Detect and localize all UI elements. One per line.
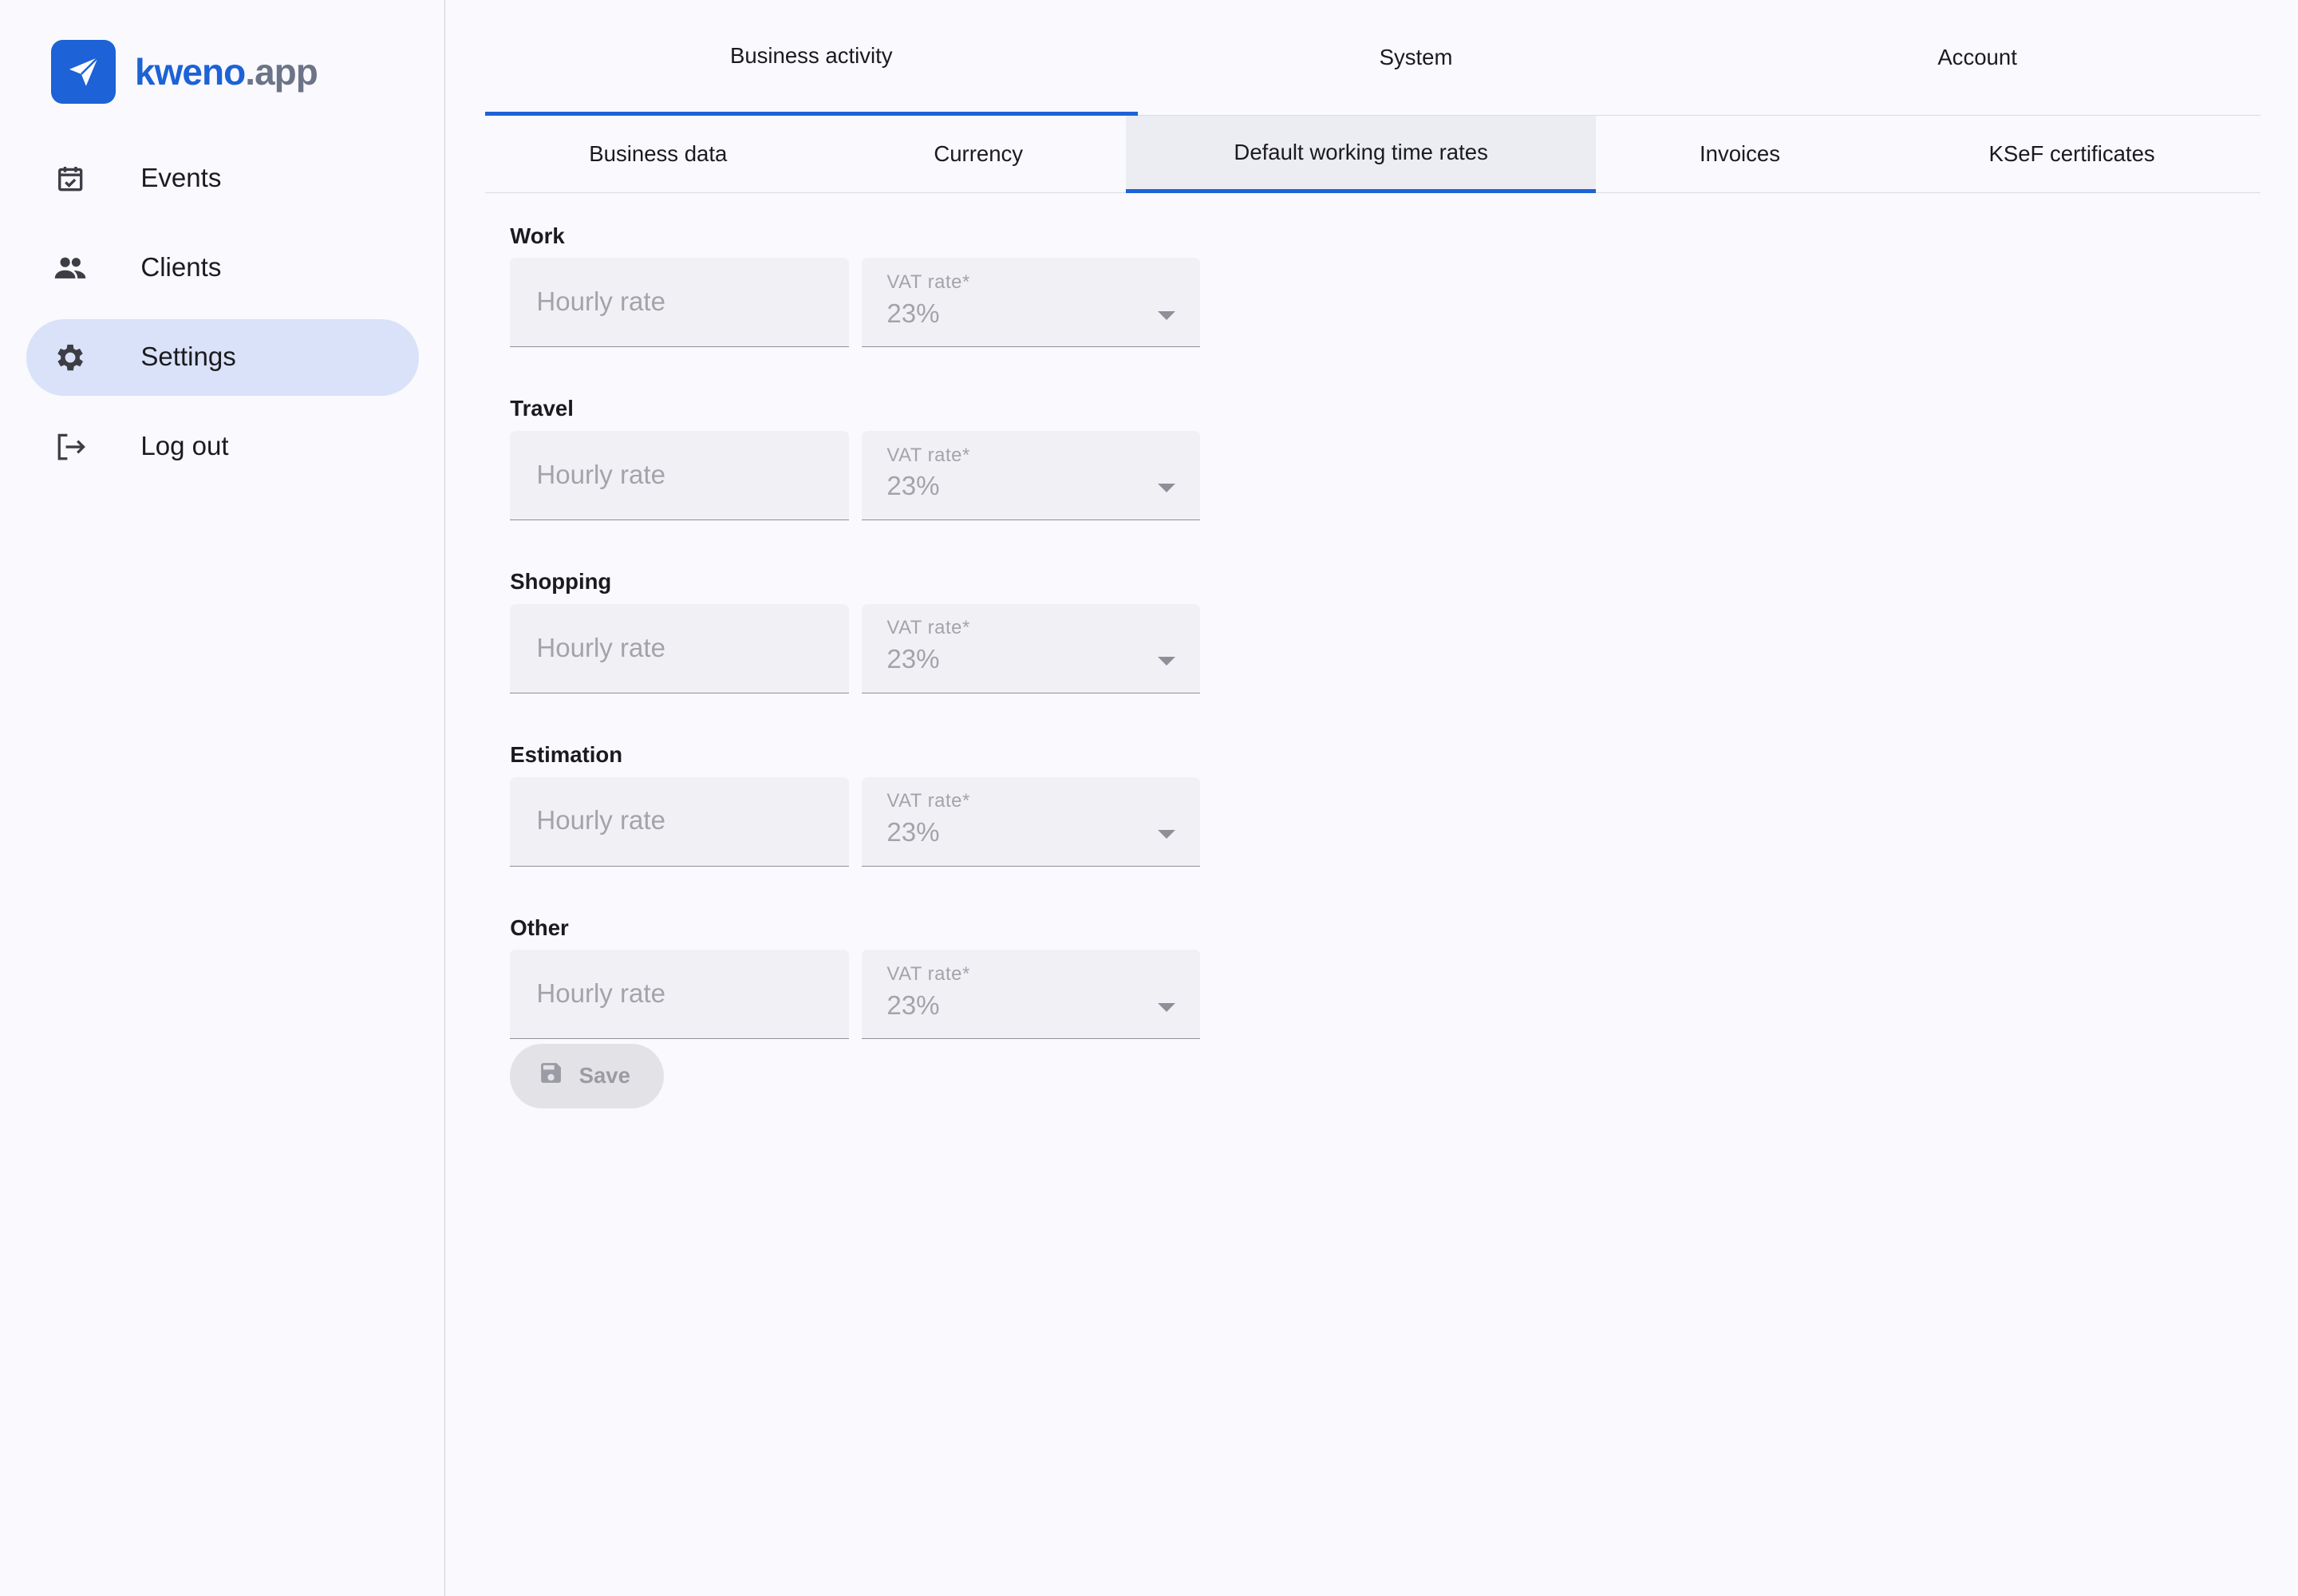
vat-rate-value: 23% [886, 990, 940, 1021]
sidebar-item-clients[interactable]: Clients [26, 230, 419, 306]
sidebar-item-logout[interactable]: Log out [26, 409, 419, 485]
dropdown-arrow-icon [1158, 472, 1176, 499]
brand[interactable]: kweno.app [51, 39, 318, 105]
tab-account[interactable]: Account [1695, 0, 2260, 114]
main-content: Business activity System Account Busines… [485, 0, 2260, 1108]
vat-rate-select[interactable]: VAT rate* 23% [862, 950, 1201, 1040]
save-button-label: Save [578, 1063, 630, 1088]
hourly-rate-placeholder: Hourly rate [536, 460, 665, 490]
vat-rate-label: VAT rate* [886, 790, 970, 812]
group-title: Estimation [510, 741, 623, 767]
tab-label: Invoices [1699, 140, 1781, 166]
tab-default-working-time-rates[interactable]: Default working time rates [1125, 116, 1597, 194]
dropdown-arrow-icon [1158, 818, 1176, 845]
brand-name: kweno.app [135, 50, 318, 93]
tab-label: Business data [589, 140, 728, 166]
tab-label: Account [1937, 44, 2017, 69]
calendar-check-icon [53, 161, 88, 196]
group-title: Travel [510, 396, 574, 421]
hourly-rate-input[interactable]: Hourly rate [510, 258, 849, 348]
sidebar-nav: Events Clients Settings Log out [26, 140, 420, 498]
vat-rate-select[interactable]: VAT rate* 23% [862, 776, 1201, 867]
rate-group-shopping: Shopping Hourly rate VAT rate* 23% [510, 566, 1201, 739]
tab-label: Default working time rates [1234, 140, 1488, 165]
group-title: Work [510, 223, 565, 248]
dropdown-arrow-icon [1158, 299, 1176, 326]
dropdown-arrow-icon [1158, 645, 1176, 672]
hourly-rate-input[interactable]: Hourly rate [510, 950, 849, 1040]
vat-rate-label: VAT rate* [886, 617, 970, 639]
rates-form: Work Hourly rate VAT rate* 23% Travel Ho… [510, 220, 1201, 1108]
hourly-rate-input[interactable]: Hourly rate [510, 431, 849, 521]
tab-label: System [1379, 44, 1453, 69]
rate-group-travel: Travel Hourly rate VAT rate* 23% [510, 393, 1201, 566]
tab-label: KSeF certificates [1988, 140, 2155, 166]
sidebar-item-label: Clients [140, 253, 222, 283]
dropdown-arrow-icon [1158, 991, 1176, 1018]
rate-group-work: Work Hourly rate VAT rate* 23% [510, 220, 1201, 393]
brand-name-primary: kweno [134, 51, 246, 93]
floppy-disk-icon [538, 1060, 564, 1092]
sidebar: kweno.app Events Clients Settings Log ou… [0, 0, 446, 1596]
logout-icon [53, 429, 88, 464]
vat-rate-label: VAT rate* [886, 444, 970, 466]
vat-rate-label: VAT rate* [886, 962, 970, 985]
group-title: Other [510, 915, 569, 940]
vat-rate-select[interactable]: VAT rate* 23% [862, 258, 1201, 348]
sidebar-item-label: Settings [140, 342, 236, 373]
vat-rate-select[interactable]: VAT rate* 23% [862, 431, 1201, 521]
vat-rate-select[interactable]: VAT rate* 23% [862, 603, 1201, 693]
group-title: Shopping [510, 569, 612, 595]
hourly-rate-placeholder: Hourly rate [536, 633, 665, 663]
top-tabs: Business activity System Account [485, 0, 2260, 117]
sub-tabs: Business data Currency Default working t… [485, 116, 2260, 194]
tab-currency[interactable]: Currency [831, 116, 1126, 192]
sidebar-item-label: Events [140, 164, 222, 194]
tab-ksef-certificates[interactable]: KSeF certificates [1884, 116, 2260, 192]
tab-label: Currency [934, 140, 1024, 166]
sidebar-item-label: Log out [140, 432, 229, 462]
tab-system[interactable]: System [1138, 0, 1695, 114]
brand-name-secondary: .app [245, 51, 318, 93]
hourly-rate-placeholder: Hourly rate [536, 806, 665, 836]
hourly-rate-input[interactable]: Hourly rate [510, 776, 849, 867]
tab-label: Business activity [729, 43, 893, 69]
tab-business-activity[interactable]: Business activity [485, 0, 1138, 117]
vat-rate-value: 23% [886, 645, 940, 675]
vat-rate-value: 23% [886, 472, 940, 502]
hourly-rate-placeholder: Hourly rate [536, 287, 665, 318]
rate-group-estimation: Estimation Hourly rate VAT rate* 23% [510, 739, 1201, 912]
sidebar-item-events[interactable]: Events [26, 140, 419, 217]
vat-rate-value: 23% [886, 298, 940, 329]
paper-plane-icon [51, 39, 116, 105]
sidebar-item-settings[interactable]: Settings [26, 319, 420, 396]
vat-rate-label: VAT rate* [886, 271, 970, 293]
tab-business-data[interactable]: Business data [485, 116, 831, 192]
tab-invoices[interactable]: Invoices [1596, 116, 1883, 192]
vat-rate-value: 23% [886, 818, 940, 848]
hourly-rate-placeholder: Hourly rate [536, 979, 665, 1009]
people-icon [53, 251, 88, 286]
gear-icon [53, 340, 88, 375]
hourly-rate-input[interactable]: Hourly rate [510, 603, 849, 693]
save-button[interactable]: Save [510, 1043, 665, 1108]
